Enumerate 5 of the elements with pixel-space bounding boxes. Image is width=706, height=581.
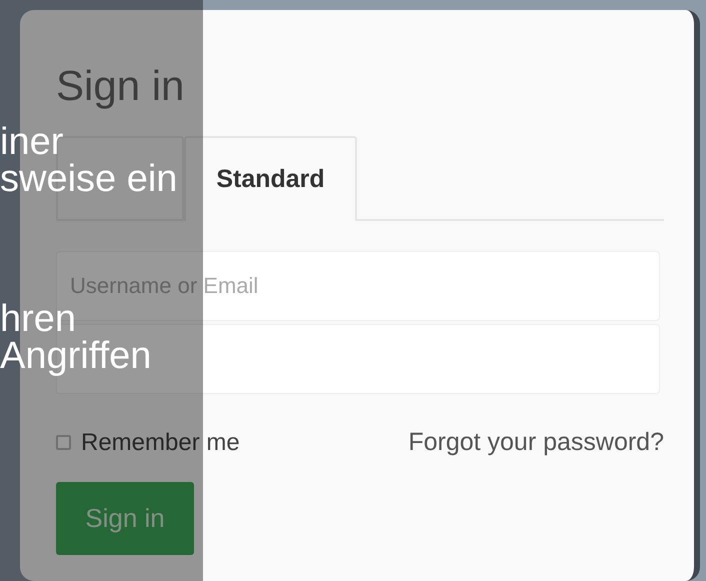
- remember-checkbox[interactable]: [56, 435, 71, 450]
- tab[interactable]: Standard: [184, 136, 357, 221]
- remember-me-label: Remember me: [81, 428, 240, 458]
- sign-in-heading: Sign in: [56, 62, 186, 110]
- forgot-password-link[interactable]: Forgot your password?: [408, 424, 664, 462]
